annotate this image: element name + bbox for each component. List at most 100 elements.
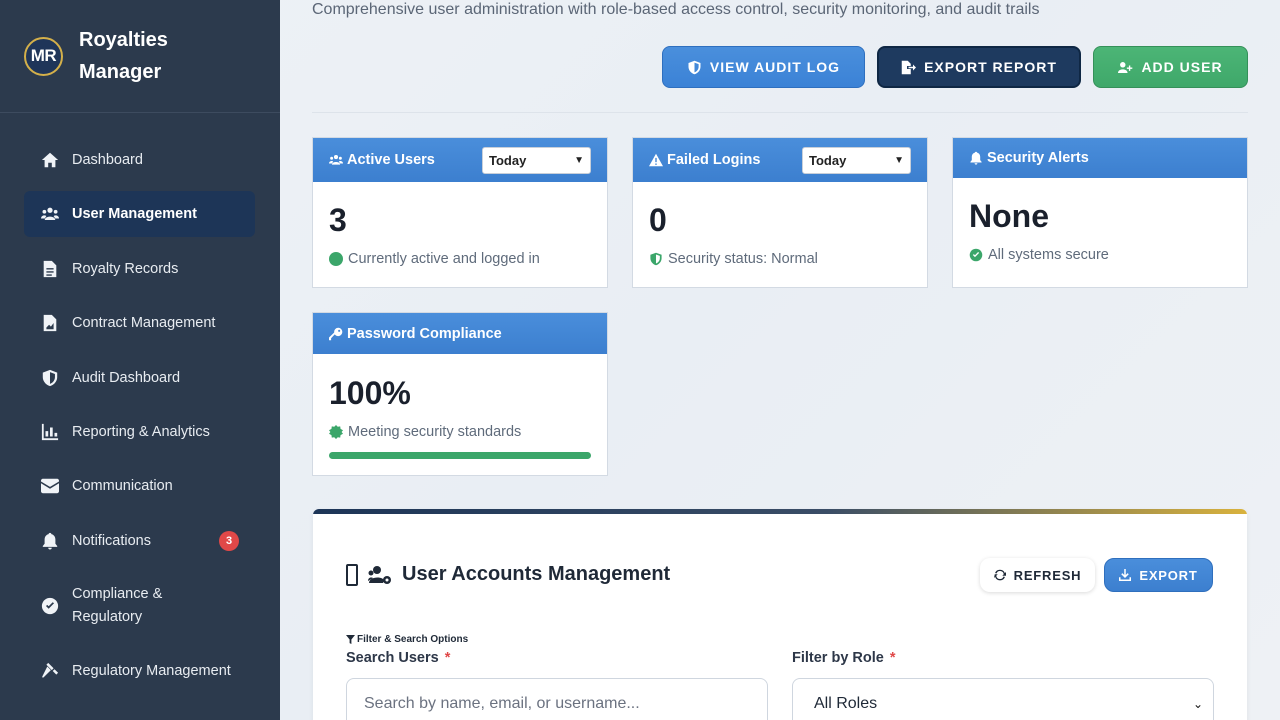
sidebar-item-label: Royalty Records — [72, 260, 179, 277]
chevron-down-icon: ⌄ — [1192, 697, 1203, 711]
page-subtitle: Comprehensive user administration with r… — [312, 1, 1040, 18]
password-compliance-progress — [329, 452, 591, 459]
required-mark: * — [889, 650, 896, 666]
shield-icon — [40, 368, 60, 388]
filter-caption-text: Filter & Search Options — [357, 634, 469, 645]
security-alerts-value: None — [969, 198, 1049, 234]
certificate-icon — [329, 425, 343, 439]
active-users-period-select[interactable]: Today ▼ — [482, 146, 591, 174]
search-placeholder: Search by name, email, or username... — [364, 695, 640, 712]
sidebar-item-label: Regulatory Management — [72, 662, 231, 679]
sidebar-item-label-line2: Regulatory — [72, 609, 143, 625]
users-icon — [329, 155, 343, 165]
password-compliance-note: Meeting security standards — [329, 424, 521, 440]
filter-by-role-label-text: Filter by Role — [792, 650, 884, 666]
brand-name-line2: Manager — [79, 61, 162, 83]
security-alerts-note: All systems secure — [969, 247, 1109, 263]
check-circle-icon — [969, 248, 983, 262]
shield-icon — [649, 252, 663, 266]
user-plus-icon — [1118, 61, 1133, 73]
card-title: Security Alerts — [987, 150, 1089, 166]
envelope-icon — [40, 476, 60, 496]
search-users-label: Search Users * — [346, 650, 450, 666]
card-title: Failed Logins — [667, 152, 761, 168]
required-mark: * — [444, 650, 451, 666]
users-gear-icon — [368, 565, 391, 584]
panel-title-text: User Accounts Management — [402, 563, 671, 585]
selected-period: Today — [809, 152, 847, 168]
refresh-label: Refresh — [1013, 567, 1082, 583]
gavel-icon — [40, 661, 60, 681]
panel-accent-bar — [313, 509, 1247, 514]
users-icon — [40, 204, 60, 224]
sidebar-item-dashboard[interactable]: Dashboard — [24, 138, 255, 182]
bell-icon — [40, 531, 60, 551]
card-title: Password Compliance — [347, 325, 502, 342]
refresh-icon — [993, 569, 1006, 581]
sidebar-item-label: Communication — [72, 477, 173, 494]
active-users-note: Currently active and logged in — [329, 251, 540, 267]
view-audit-log-label: View Audit Log — [709, 59, 841, 75]
active-users-note-text: Currently active and logged in — [348, 251, 540, 267]
sidebar-item-notifications[interactable]: Notifications 3 — [24, 519, 255, 563]
chevron-down-icon: ▼ — [574, 154, 584, 166]
active-users-card: Active Users Today ▼ 3 Currently active … — [312, 137, 608, 288]
selected-role: All Roles — [814, 695, 878, 712]
role-filter-select[interactable]: All Roles ⌄ — [792, 678, 1214, 720]
password-compliance-note-text: Meeting security standards — [348, 424, 522, 440]
sidebar-item-communication[interactable]: Communication — [24, 464, 255, 508]
user-accounts-panel: User Accounts Management Refresh Export … — [313, 509, 1247, 720]
chart-icon — [40, 422, 60, 442]
status-dot-icon — [329, 252, 343, 266]
refresh-button[interactable]: Refresh — [980, 558, 1095, 592]
sidebar-item-label: Notifications — [72, 532, 151, 549]
add-user-button[interactable]: Add User — [1093, 46, 1248, 88]
sidebar-item-label: User Management — [72, 205, 197, 222]
sidebar-item-audit-dashboard[interactable]: Audit Dashboard — [24, 356, 255, 400]
main-content: Comprehensive user administration with r… — [280, 0, 1280, 720]
download-icon — [1119, 569, 1132, 581]
header-divider — [312, 112, 1248, 113]
panel-title: User Accounts Management — [346, 563, 670, 586]
shield-icon — [688, 60, 701, 74]
sidebar-item-label: Compliance & Regulatory — [72, 583, 162, 629]
filter-by-role-label: Filter by Role * — [792, 650, 896, 666]
bell-icon — [970, 151, 982, 165]
active-users-value: 3 — [329, 202, 347, 238]
sidebar-item-label-line1: Compliance & — [72, 586, 163, 602]
failed-logins-note: Security status: Normal — [649, 251, 818, 267]
sidebar-item-contract-management[interactable]: Contract Management — [24, 301, 255, 345]
search-users-input[interactable]: Search by name, email, or username... — [346, 678, 768, 720]
export-report-button[interactable]: Export Report — [877, 46, 1081, 88]
brand[interactable]: MR Royalties Manager — [0, 0, 280, 113]
card-title: Active Users — [347, 152, 435, 168]
brand-logo: MR — [24, 36, 63, 76]
sidebar-item-user-management[interactable]: User Management — [24, 191, 255, 237]
sidebar-item-label: Dashboard — [72, 151, 143, 168]
sidebar-item-label: Reporting & Analytics — [72, 423, 210, 440]
progress-fill — [329, 452, 591, 459]
file-icon — [40, 259, 60, 279]
file-export-icon — [901, 60, 917, 74]
export-button[interactable]: Export — [1104, 558, 1213, 592]
sidebar-item-compliance-regulatory[interactable]: Compliance & Regulatory — [24, 573, 255, 639]
sidebar-item-reporting-analytics[interactable]: Reporting & Analytics — [24, 410, 255, 454]
failed-logins-value: 0 — [649, 202, 667, 238]
contract-icon — [40, 313, 60, 333]
sidebar-item-royalty-records[interactable]: Royalty Records — [24, 247, 255, 291]
search-users-label-text: Search Users — [346, 650, 439, 666]
export-label: Export — [1139, 567, 1198, 583]
card-header: Security Alerts — [953, 138, 1247, 178]
view-audit-log-button[interactable]: View Audit Log — [662, 46, 865, 88]
failed-logins-period-select[interactable]: Today ▼ — [802, 146, 911, 174]
check-circle-icon — [40, 596, 60, 616]
card-header: Password Compliance — [313, 313, 607, 354]
key-icon — [329, 327, 343, 340]
warning-icon — [649, 153, 663, 167]
security-alerts-card: Security Alerts None All systems secure — [952, 137, 1248, 288]
home-icon — [40, 150, 60, 170]
password-compliance-card: Password Compliance 100% Meeting securit… — [312, 312, 608, 476]
brand-name: Royalties Manager — [79, 24, 168, 88]
sidebar-item-regulatory-management[interactable]: Regulatory Management — [24, 649, 255, 693]
filter-caption: Filter & Search Options — [346, 634, 468, 645]
